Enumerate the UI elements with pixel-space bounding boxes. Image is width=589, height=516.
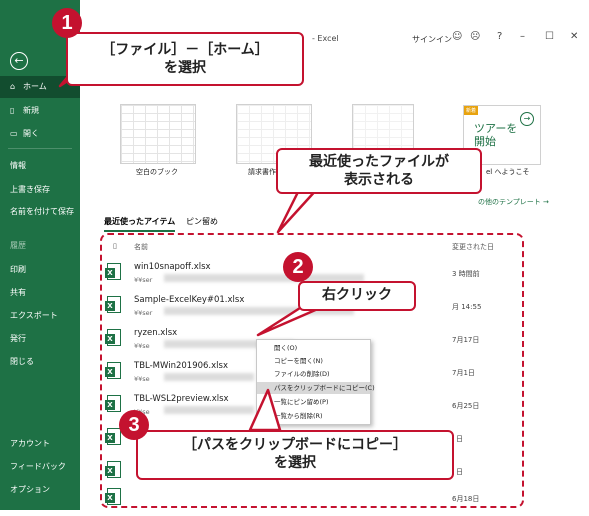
step2-badge: 2 bbox=[283, 252, 313, 282]
step3-line1: ［パスをクリップボードにコピー］ bbox=[183, 437, 407, 453]
step1-badge: 1 bbox=[52, 8, 82, 38]
step2-text: 右クリック bbox=[322, 287, 392, 303]
recent-line1: 最近使ったファイルが bbox=[309, 154, 449, 170]
step2-pointer bbox=[256, 306, 322, 337]
recent-line2: 表示される bbox=[344, 172, 414, 188]
step3-pointer bbox=[248, 388, 282, 432]
step3-line2: を選択 bbox=[274, 455, 316, 471]
step2-callout: 右クリック bbox=[298, 281, 416, 311]
step1-line2: を選択 bbox=[164, 60, 206, 76]
recent-pointer bbox=[276, 186, 320, 234]
step3-badge: 3 bbox=[119, 410, 149, 440]
step1-line1: ［ファイル］－［ホーム］ bbox=[101, 42, 269, 58]
step3-callout: ［パスをクリップボードにコピー］ を選択 bbox=[136, 430, 454, 480]
step1-callout: ［ファイル］－［ホーム］ を選択 bbox=[66, 32, 304, 86]
recent-files-callout: 最近使ったファイルが 表示される bbox=[276, 148, 482, 194]
